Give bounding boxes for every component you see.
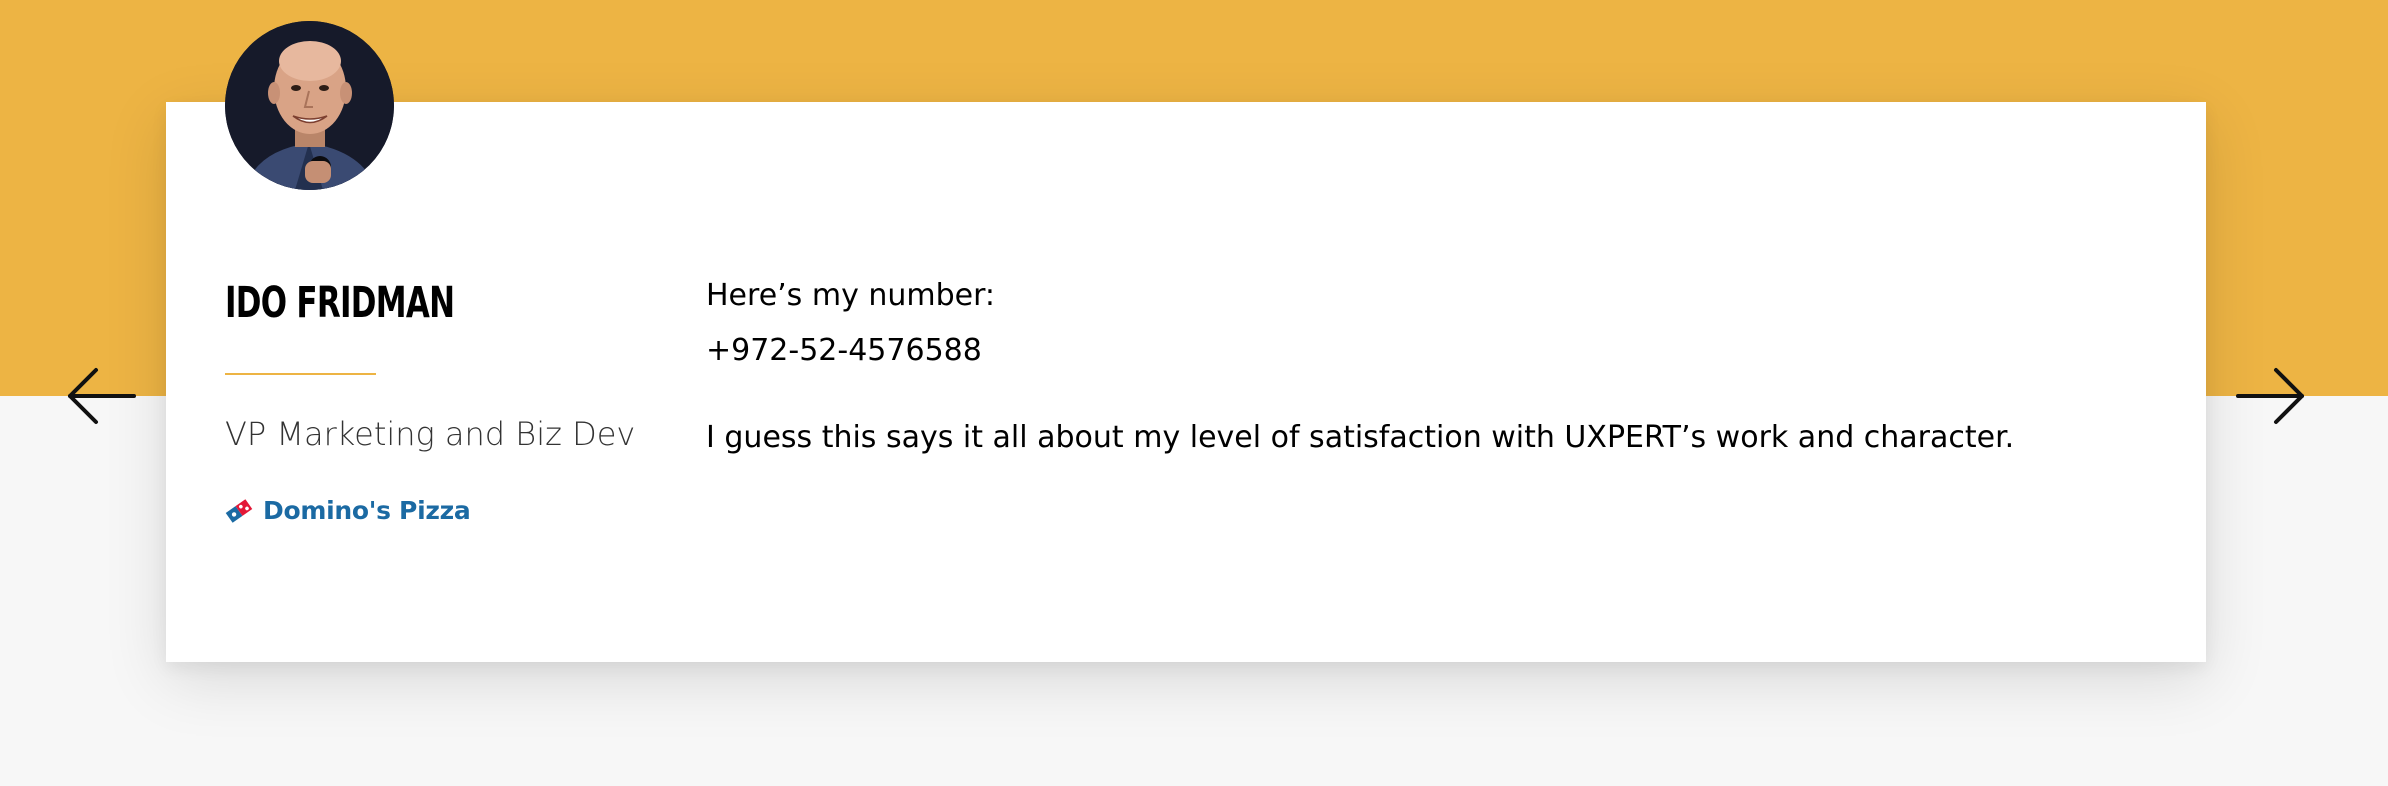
avatar-photo [225,21,394,190]
testimonial-card [166,102,2206,662]
quote-line: Here’s my number: [706,278,996,313]
quote-line: I guess this says it all about my level … [706,420,2015,455]
previous-testimonial-button[interactable] [66,360,138,432]
person-name: IDO FRIDMAN [225,278,455,328]
company-name: Domino's Pizza [263,496,471,525]
quote-phone-number: +972-52-4576588 [706,333,982,368]
company-logo: Domino's Pizza [225,496,471,525]
avatar [225,21,394,190]
next-testimonial-button[interactable] [2234,360,2306,432]
arrow-left-icon [68,368,136,424]
arrow-right-icon [2236,368,2304,424]
dominos-logo-icon [225,498,253,523]
name-underline [225,373,376,375]
person-role: VP Marketing and Biz Dev [225,415,636,453]
